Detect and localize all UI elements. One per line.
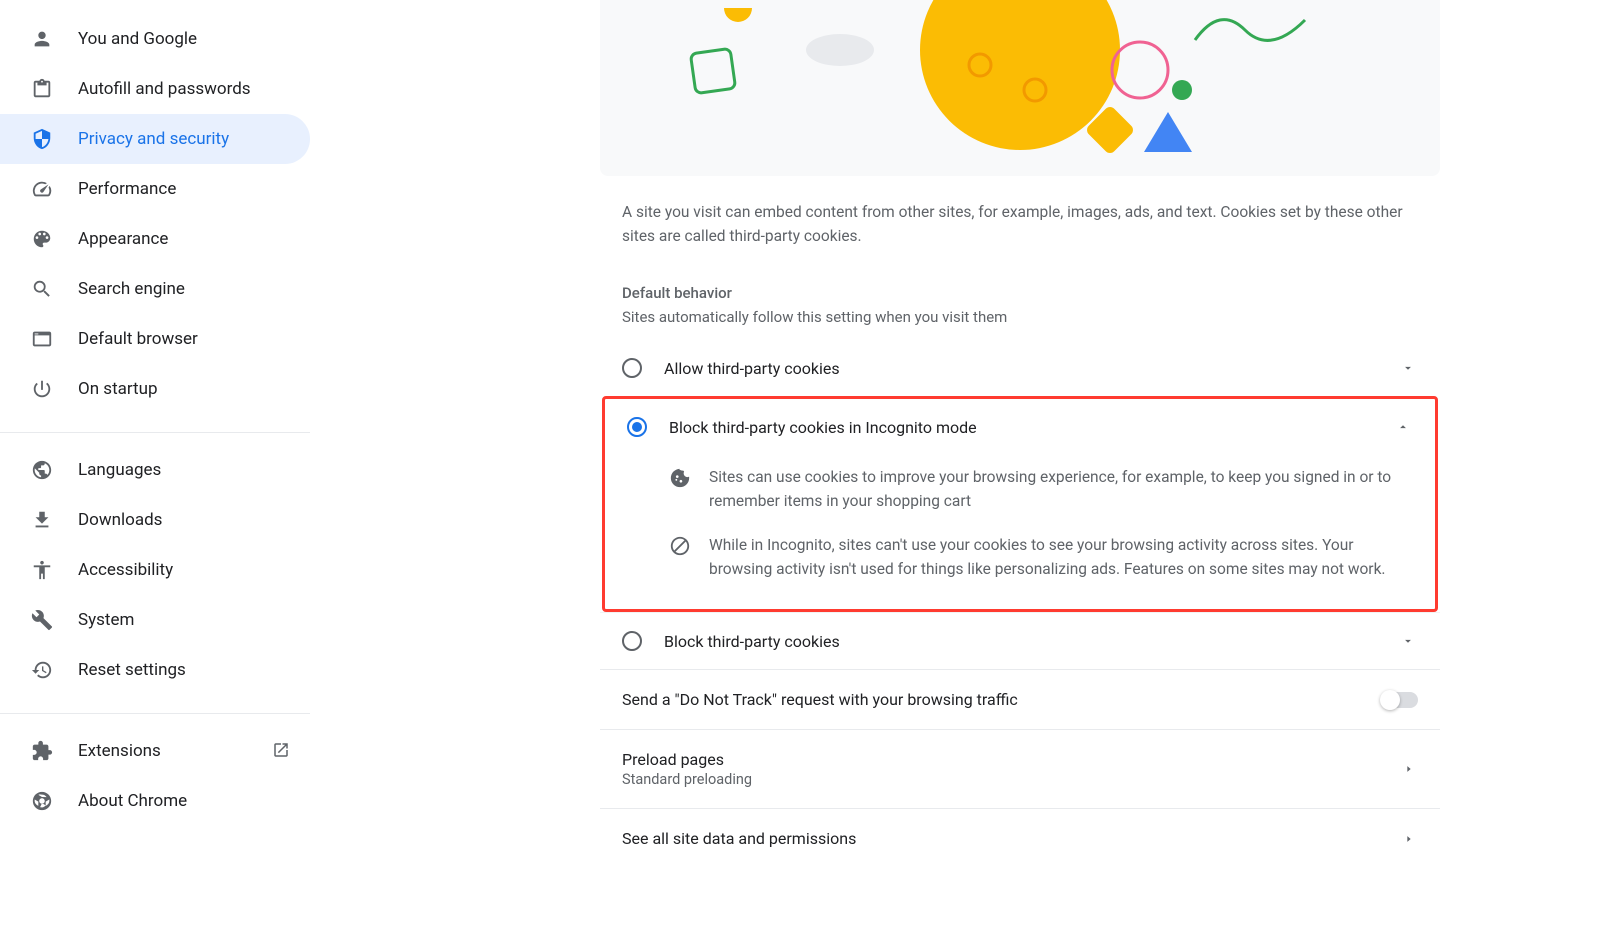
sidebar-item-reset[interactable]: Reset settings — [0, 645, 310, 695]
radio-unchecked-icon — [622, 358, 642, 378]
sidebar-item-label: Appearance — [78, 229, 168, 249]
palette-icon — [30, 227, 54, 251]
setting-sublabel: Standard preloading — [622, 771, 1404, 788]
sidebar-item-languages[interactable]: Languages — [0, 445, 310, 495]
cookie-icon — [669, 467, 691, 489]
block-icon — [669, 535, 691, 557]
browser-icon — [30, 327, 54, 351]
sidebar-item-default-browser[interactable]: Default browser — [0, 314, 310, 364]
default-behavior-title: Default behavior — [600, 248, 1440, 308]
sidebar-item-label: Privacy and security — [78, 129, 229, 149]
option-block-third-party[interactable]: Block third-party cookies — [600, 612, 1440, 669]
sidebar-item-extensions[interactable]: Extensions — [0, 726, 310, 776]
search-icon — [30, 277, 54, 301]
open-in-new-icon — [272, 741, 292, 761]
sidebar-item-label: System — [78, 610, 134, 630]
default-behavior-subtitle: Sites automatically follow this setting … — [600, 308, 1440, 340]
sidebar-item-label: Downloads — [78, 510, 162, 530]
sidebar-item-label: Default browser — [78, 329, 198, 349]
sidebar-divider — [0, 432, 310, 433]
sidebar-item-system[interactable]: System — [0, 595, 310, 645]
sidebar-divider — [0, 713, 310, 714]
sidebar-item-label: Search engine — [78, 279, 185, 299]
settings-sidebar: You and Google Autofill and passwords Pr… — [0, 0, 310, 934]
setting-label: Preload pages — [622, 750, 1404, 769]
sidebar-item-label: Reset settings — [78, 660, 186, 680]
chevron-down-icon[interactable] — [1398, 631, 1418, 651]
setting-preload-pages[interactable]: Preload pages Standard preloading — [600, 729, 1440, 808]
sidebar-item-privacy[interactable]: Privacy and security — [0, 114, 310, 164]
sidebar-item-label: Extensions — [78, 741, 161, 761]
explain-text: While in Incognito, sites can't use your… — [709, 533, 1413, 581]
sidebar-item-downloads[interactable]: Downloads — [0, 495, 310, 545]
hero-illustration — [600, 0, 1440, 176]
globe-icon — [30, 458, 54, 482]
option-label: Block third-party cookies in Incognito m… — [669, 418, 1393, 437]
power-icon — [30, 377, 54, 401]
chevron-right-icon — [1404, 832, 1418, 846]
explain-item: While in Incognito, sites can't use your… — [669, 523, 1413, 591]
highlighted-option: Block third-party cookies in Incognito m… — [602, 396, 1438, 612]
option-allow-third-party[interactable]: Allow third-party cookies — [600, 340, 1440, 396]
explain-text: Sites can use cookies to improve your br… — [709, 465, 1413, 513]
sidebar-item-label: Accessibility — [78, 560, 173, 580]
download-icon — [30, 508, 54, 532]
sidebar-item-on-startup[interactable]: On startup — [0, 364, 310, 414]
setting-do-not-track[interactable]: Send a "Do Not Track" request with your … — [600, 669, 1440, 729]
setting-label: Send a "Do Not Track" request with your … — [622, 690, 1382, 709]
chevron-right-icon — [1404, 762, 1418, 776]
toggle-off[interactable] — [1382, 692, 1418, 708]
setting-see-all-site-data[interactable]: See all site data and permissions — [600, 808, 1440, 868]
radio-unchecked-icon — [622, 631, 642, 651]
clipboard-icon — [30, 77, 54, 101]
restore-icon — [30, 658, 54, 682]
sidebar-item-about[interactable]: About Chrome — [0, 776, 310, 826]
accessibility-icon — [30, 558, 54, 582]
option-label: Block third-party cookies — [664, 632, 1398, 651]
explain-item: Sites can use cookies to improve your br… — [669, 455, 1413, 523]
sidebar-item-search-engine[interactable]: Search engine — [0, 264, 310, 314]
shield-icon — [30, 127, 54, 151]
chevron-down-icon[interactable] — [1398, 358, 1418, 378]
setting-label: See all site data and permissions — [622, 829, 1404, 848]
cookies-description: A site you visit can embed content from … — [600, 176, 1440, 248]
sidebar-item-label: Autofill and passwords — [78, 79, 251, 99]
wrench-icon — [30, 608, 54, 632]
chrome-icon — [30, 789, 54, 813]
sidebar-item-performance[interactable]: Performance — [0, 164, 310, 214]
sidebar-item-label: You and Google — [78, 29, 197, 49]
sidebar-item-accessibility[interactable]: Accessibility — [0, 545, 310, 595]
sidebar-item-label: Performance — [78, 179, 176, 199]
sidebar-item-label: About Chrome — [78, 791, 187, 811]
chevron-up-icon[interactable] — [1393, 417, 1413, 437]
main-content: A site you visit can embed content from … — [310, 0, 1600, 934]
sidebar-item-you-and-google[interactable]: You and Google — [0, 14, 310, 64]
sidebar-item-autofill[interactable]: Autofill and passwords — [0, 64, 310, 114]
sidebar-item-label: On startup — [78, 379, 158, 399]
speed-icon — [30, 177, 54, 201]
radio-checked-icon — [627, 417, 647, 437]
sidebar-item-label: Languages — [78, 460, 161, 480]
option-block-incognito[interactable]: Block third-party cookies in Incognito m… — [605, 399, 1435, 455]
person-icon — [30, 27, 54, 51]
extension-icon — [30, 739, 54, 763]
option-label: Allow third-party cookies — [664, 359, 1398, 378]
sidebar-item-appearance[interactable]: Appearance — [0, 214, 310, 264]
